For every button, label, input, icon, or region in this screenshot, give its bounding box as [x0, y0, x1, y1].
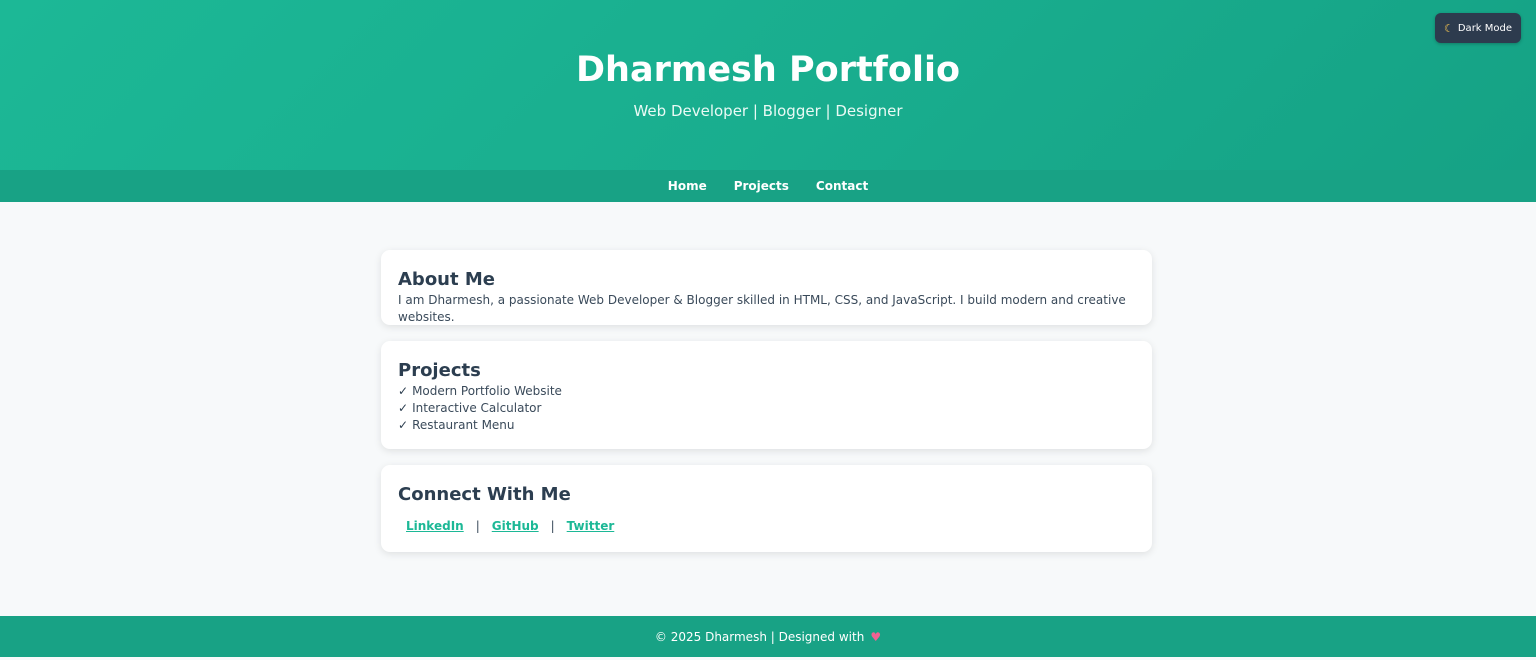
projects-heading: Projects [398, 360, 481, 381]
project-item: ✓ Interactive Calculator [398, 400, 1135, 417]
site-header: Dharmesh Portfolio Web Developer | Blogg… [0, 0, 1536, 170]
page-subtitle: Web Developer | Blogger | Designer [633, 102, 903, 120]
about-text: I am Dharmesh, a passionate Web Develope… [398, 293, 1126, 324]
project-item-label: Interactive Calculator [412, 401, 542, 415]
page-title: Dharmesh Portfolio [576, 50, 960, 90]
moon-icon: ☾ [1443, 21, 1454, 35]
nav-home-link[interactable]: Home [668, 179, 707, 193]
project-item: ✓ Restaurant Menu [398, 417, 1135, 434]
twitter-link[interactable]: Twitter [567, 519, 615, 533]
footer-text: © 2025 Dharmesh | Designed with [654, 629, 865, 644]
site-footer: © 2025 Dharmesh | Designed with ♥ [0, 616, 1536, 657]
project-item: ✓ Modern Portfolio Website [398, 383, 1135, 400]
project-item-label: Restaurant Menu [412, 418, 515, 432]
github-link[interactable]: GitHub [492, 519, 539, 533]
connect-card: Connect With Me LinkedIn | GitHub | Twit… [381, 465, 1152, 552]
project-item-label: Modern Portfolio Website [412, 384, 562, 398]
nav-contact-link[interactable]: Contact [816, 179, 868, 193]
dark-mode-label: Dark Mode [1457, 22, 1513, 34]
about-heading: About Me [398, 269, 495, 290]
check-icon: ✓ [398, 401, 409, 415]
check-icon: ✓ [398, 384, 409, 398]
nav-projects-link[interactable]: Projects [734, 179, 789, 193]
link-separator: | [475, 519, 480, 533]
projects-card: Projects ✓ Modern Portfolio Website ✓ Inte… [381, 341, 1152, 449]
link-separator: | [550, 519, 555, 533]
heart-icon: ♥ [870, 629, 882, 644]
linkedin-link[interactable]: LinkedIn [406, 519, 464, 533]
projects-list: ✓ Modern Portfolio Website ✓ Interactive C… [398, 383, 1135, 434]
check-icon: ✓ [398, 418, 409, 432]
social-links: LinkedIn | GitHub | Twitter [398, 519, 1135, 533]
dark-mode-toggle-button[interactable]: ☾ Dark Mode [1435, 13, 1521, 43]
about-card: About Me I am Dharmesh, a passionate Web… [381, 250, 1152, 325]
main-nav: Home Projects Contact [0, 170, 1536, 202]
connect-heading: Connect With Me [398, 484, 571, 505]
